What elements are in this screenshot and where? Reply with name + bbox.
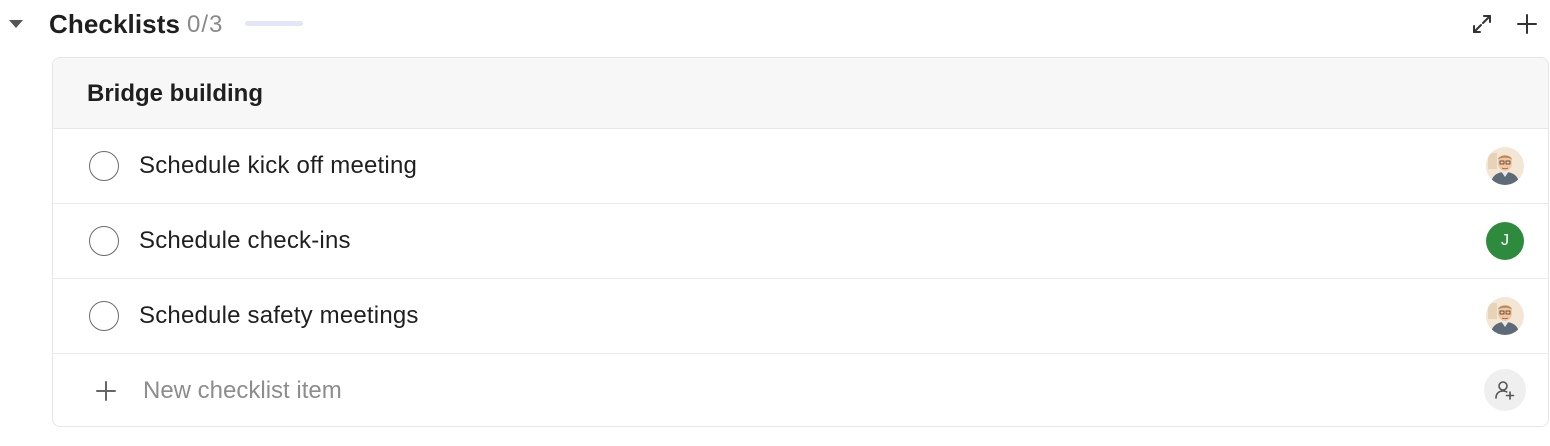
checkbox[interactable] bbox=[89, 301, 119, 331]
progress-bar bbox=[245, 21, 303, 26]
caret-down-icon[interactable] bbox=[6, 14, 26, 34]
avatar[interactable]: J bbox=[1486, 222, 1524, 260]
avatar-initial: J bbox=[1501, 232, 1509, 249]
expand-icon[interactable] bbox=[1468, 10, 1496, 38]
person-photo-avatar[interactable] bbox=[1486, 297, 1524, 335]
progress-count: 0/3 bbox=[187, 11, 224, 38]
checklist-item[interactable]: Schedule kick off meeting bbox=[53, 129, 1548, 204]
checklist-item[interactable]: Schedule check-ins J bbox=[53, 204, 1548, 279]
plus-icon[interactable] bbox=[93, 378, 119, 404]
add-checklist-button[interactable] bbox=[1513, 10, 1541, 38]
checkbox[interactable] bbox=[89, 226, 119, 256]
section-title: Checklists bbox=[49, 9, 181, 39]
checklist-item-label[interactable]: Schedule check-ins bbox=[139, 227, 351, 255]
person-photo-avatar[interactable] bbox=[1486, 147, 1524, 185]
checklist-item-label[interactable]: Schedule kick off meeting bbox=[139, 152, 417, 180]
checkbox[interactable] bbox=[89, 151, 119, 181]
checklist-card: Bridge building Schedule kick off meetin… bbox=[52, 57, 1549, 427]
checklist-item[interactable]: Schedule safety meetings bbox=[53, 279, 1548, 354]
checklists-panel: Checklists 0/3 Bridge building Schedule … bbox=[0, 0, 1550, 446]
checklist-item-label[interactable]: Schedule safety meetings bbox=[139, 302, 419, 330]
checklist-items: Schedule kick off meeting Schedule check… bbox=[53, 129, 1548, 354]
new-checklist-item-input[interactable] bbox=[143, 374, 1043, 408]
plus-icon bbox=[1517, 14, 1537, 34]
new-item-row bbox=[53, 354, 1548, 426]
checklist-title[interactable]: Bridge building bbox=[87, 80, 263, 108]
section-header: Checklists 0/3 bbox=[0, 0, 1550, 48]
assign-user-icon[interactable] bbox=[1484, 369, 1526, 411]
checklist-header: Bridge building bbox=[53, 58, 1548, 129]
